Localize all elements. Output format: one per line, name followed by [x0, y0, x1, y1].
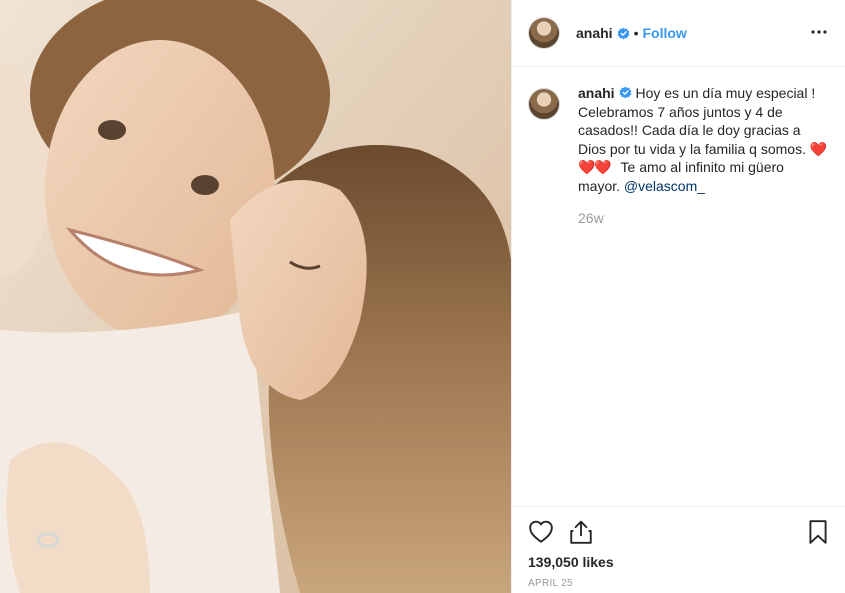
verified-badge-icon: [617, 27, 629, 39]
avatar[interactable]: [528, 17, 560, 49]
follow-button[interactable]: Follow: [642, 25, 686, 41]
verified-badge-icon: [619, 86, 631, 99]
bookmark-icon[interactable]: [805, 519, 831, 545]
mention-link[interactable]: @velascom_: [624, 178, 705, 194]
header-username[interactable]: anahi: [576, 25, 613, 41]
heart-outline-icon[interactable]: [528, 519, 554, 545]
action-bar: [512, 506, 845, 546]
caption-avatar[interactable]: [528, 88, 560, 120]
caption-body: anahi Hoy es un día muy especial ! Celeb…: [578, 84, 829, 228]
post-photo[interactable]: [0, 0, 511, 593]
photo-illustration: [0, 0, 511, 593]
like-count[interactable]: 139,050 likes: [528, 554, 614, 570]
caption-timestamp[interactable]: 26w: [578, 209, 829, 228]
caption: anahi Hoy es un día muy especial ! Celeb…: [528, 84, 829, 228]
comments-section: anahi Hoy es un día muy especial ! Celeb…: [528, 84, 829, 228]
more-options-icon[interactable]: [809, 22, 829, 42]
post-side-panel: anahi • Follow anahi Hoy es un día muy e…: [511, 0, 845, 593]
share-icon[interactable]: [568, 519, 594, 545]
post-header: anahi • Follow: [512, 0, 845, 67]
caption-username[interactable]: anahi: [578, 85, 615, 101]
post-date[interactable]: APRIL 25: [528, 578, 573, 589]
separator-dot: •: [633, 25, 639, 41]
